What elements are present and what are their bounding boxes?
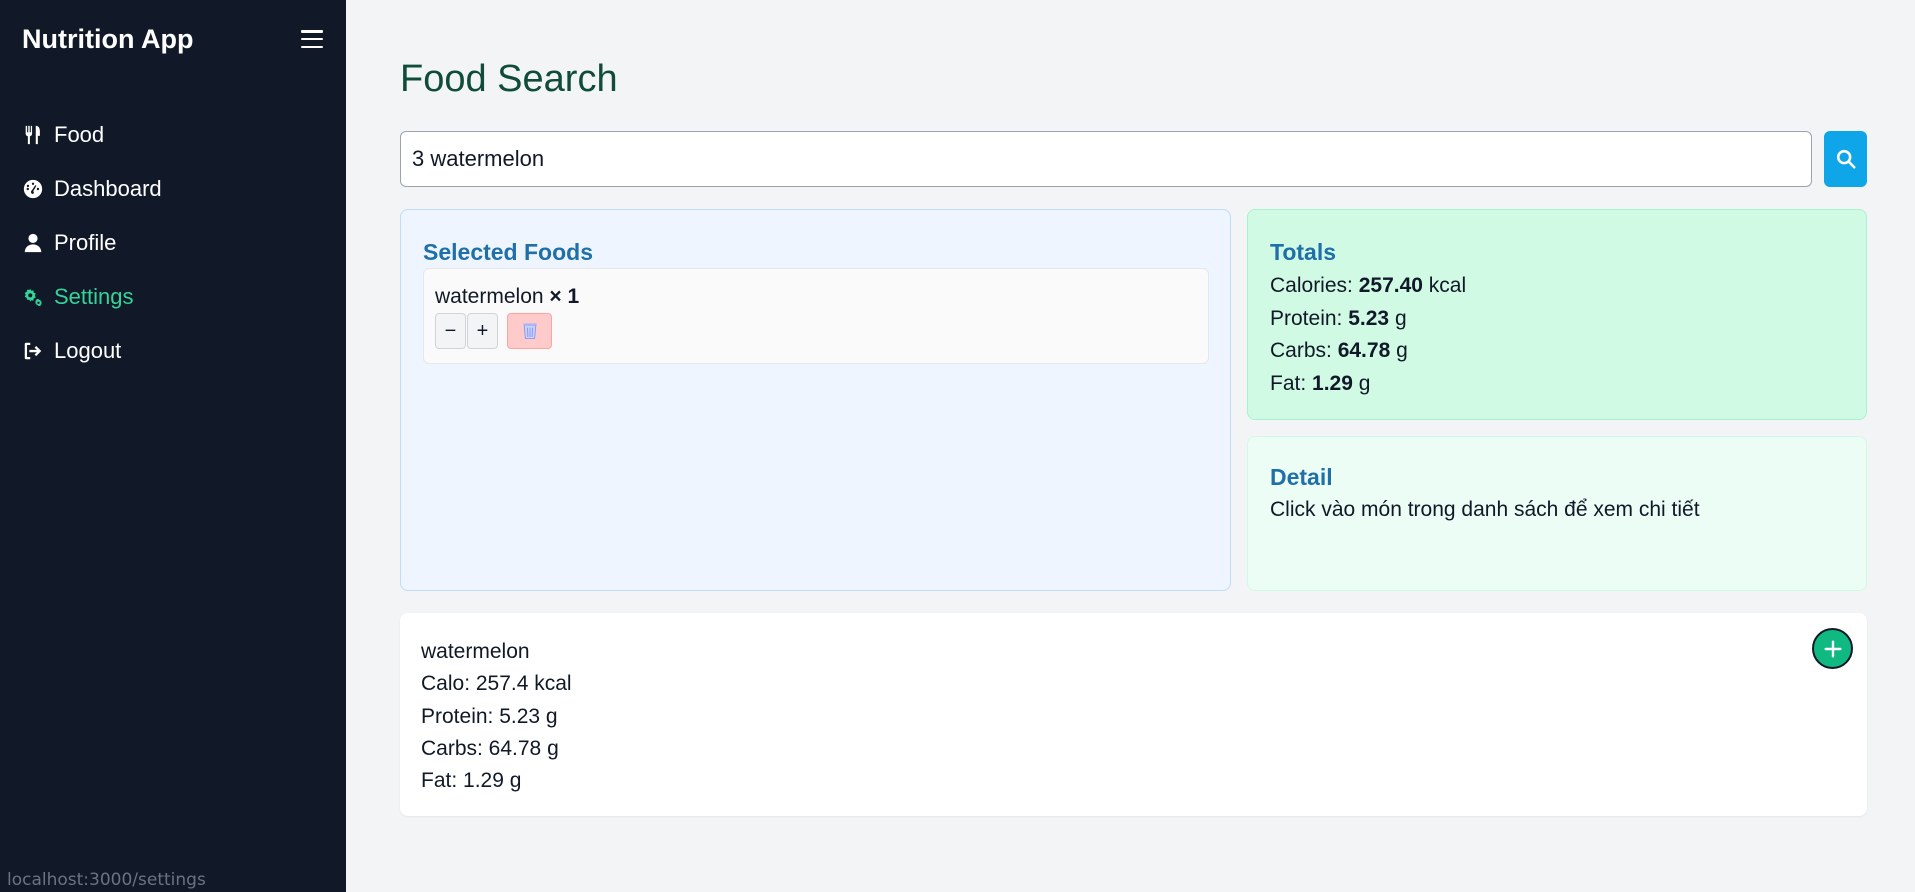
selected-foods-panel: Selected Foods watermelon × 1 − + (400, 209, 1231, 591)
trash-icon (522, 323, 537, 339)
totals-protein: Protein: 5.23 g (1270, 303, 1466, 336)
search-icon (1836, 149, 1856, 169)
add-food-button[interactable] (1812, 628, 1853, 669)
totals-title: Totals (1270, 239, 1337, 265)
sidebar-item-settings[interactable]: Settings (0, 270, 346, 324)
totals-carbs-unit: g (1396, 339, 1408, 362)
sidebar-item-label: Food (54, 122, 105, 147)
sidebar-item-label: Settings (54, 284, 134, 309)
result-carbs: Carbs: 64.78 g (421, 736, 559, 760)
selected-food-item[interactable]: watermelon × 1 − + (423, 268, 1209, 364)
totals-fat-label: Fat: (1270, 371, 1307, 395)
result-food-name: watermelon (421, 640, 530, 663)
logout-icon (21, 339, 45, 363)
sidebar-item-food[interactable]: Food (0, 108, 346, 162)
totals-fat: Fat: 1.29 g (1270, 368, 1466, 401)
main-content: Food Search Selected Foods watermelon × … (346, 0, 1915, 892)
totals-calories-value: 257.40 (1358, 274, 1423, 297)
totals-carbs-value: 64.78 (1337, 339, 1391, 362)
delete-food-button[interactable] (507, 313, 552, 349)
detail-panel: Detail Click vào món trong danh sách để … (1247, 436, 1867, 591)
search-button[interactable] (1824, 131, 1867, 187)
totals-list: Calories: 257.40 kcal Protein: 5.23 g Ca… (1270, 270, 1466, 400)
selected-foods-title: Selected Foods (423, 239, 593, 265)
sidebar-item-label: Profile (54, 230, 117, 255)
gears-icon (21, 285, 45, 309)
sidebar-item-dashboard[interactable]: Dashboard (0, 162, 346, 216)
search-row (400, 131, 1867, 187)
user-icon (21, 231, 45, 255)
gauge-icon (21, 177, 45, 201)
totals-calories-unit: kcal (1428, 274, 1467, 297)
status-bar-url: localhost:3000/settings (7, 870, 206, 890)
search-result-card[interactable]: watermelon Calo: 257.4 kcal Protein: 5.2… (400, 613, 1867, 816)
sidebar: Nutrition App Food Dashboard Profile Set… (0, 0, 346, 892)
search-input[interactable] (400, 131, 1812, 187)
search-result-details: watermelon Calo: 257.4 kcal Protein: 5.2… (421, 636, 572, 797)
totals-carbs: Carbs: 64.78 g (1270, 335, 1466, 368)
selected-food-name: watermelon (435, 285, 544, 308)
sidebar-header: Nutrition App (22, 22, 324, 56)
decrease-quantity-button[interactable]: − (435, 313, 466, 349)
totals-fat-unit: g (1358, 371, 1371, 395)
totals-calories-label: Calories: (1270, 274, 1353, 297)
sidebar-item-logout[interactable]: Logout (0, 324, 346, 378)
totals-panel: Totals Calories: 257.40 kcal Protein: 5.… (1247, 209, 1867, 420)
totals-fat-value: 1.29 (1312, 371, 1353, 395)
utensils-icon (21, 123, 45, 147)
sidebar-nav: Food Dashboard Profile Settings Logout (0, 108, 346, 378)
sidebar-item-profile[interactable]: Profile (0, 216, 346, 270)
page-title: Food Search (400, 58, 618, 100)
totals-protein-unit: g (1394, 306, 1407, 330)
sidebar-item-label: Logout (54, 338, 122, 363)
selected-food-quantity: × 1 (549, 285, 580, 308)
totals-protein-label: Protein: (1270, 306, 1343, 330)
detail-text: Click vào món trong danh sách để xem chi… (1270, 498, 1700, 521)
increase-quantity-button[interactable]: + (467, 313, 498, 349)
result-fat: Fat: 1.29 g (421, 769, 522, 793)
result-protein: Protein: 5.23 g (421, 704, 558, 728)
selected-food-name-line: watermelon × 1 (435, 285, 579, 309)
totals-protein-value: 5.23 (1348, 306, 1390, 330)
plus-circle-icon (1823, 639, 1842, 658)
sidebar-item-label: Dashboard (54, 176, 162, 201)
detail-title: Detail (1270, 464, 1333, 490)
totals-calories: Calories: 257.40 kcal (1270, 270, 1466, 303)
app-title: Nutrition App (22, 23, 194, 54)
totals-carbs-label: Carbs: (1270, 339, 1332, 362)
hamburger-icon[interactable] (300, 27, 324, 51)
result-calories: Calo: 257.4 kcal (421, 672, 572, 696)
